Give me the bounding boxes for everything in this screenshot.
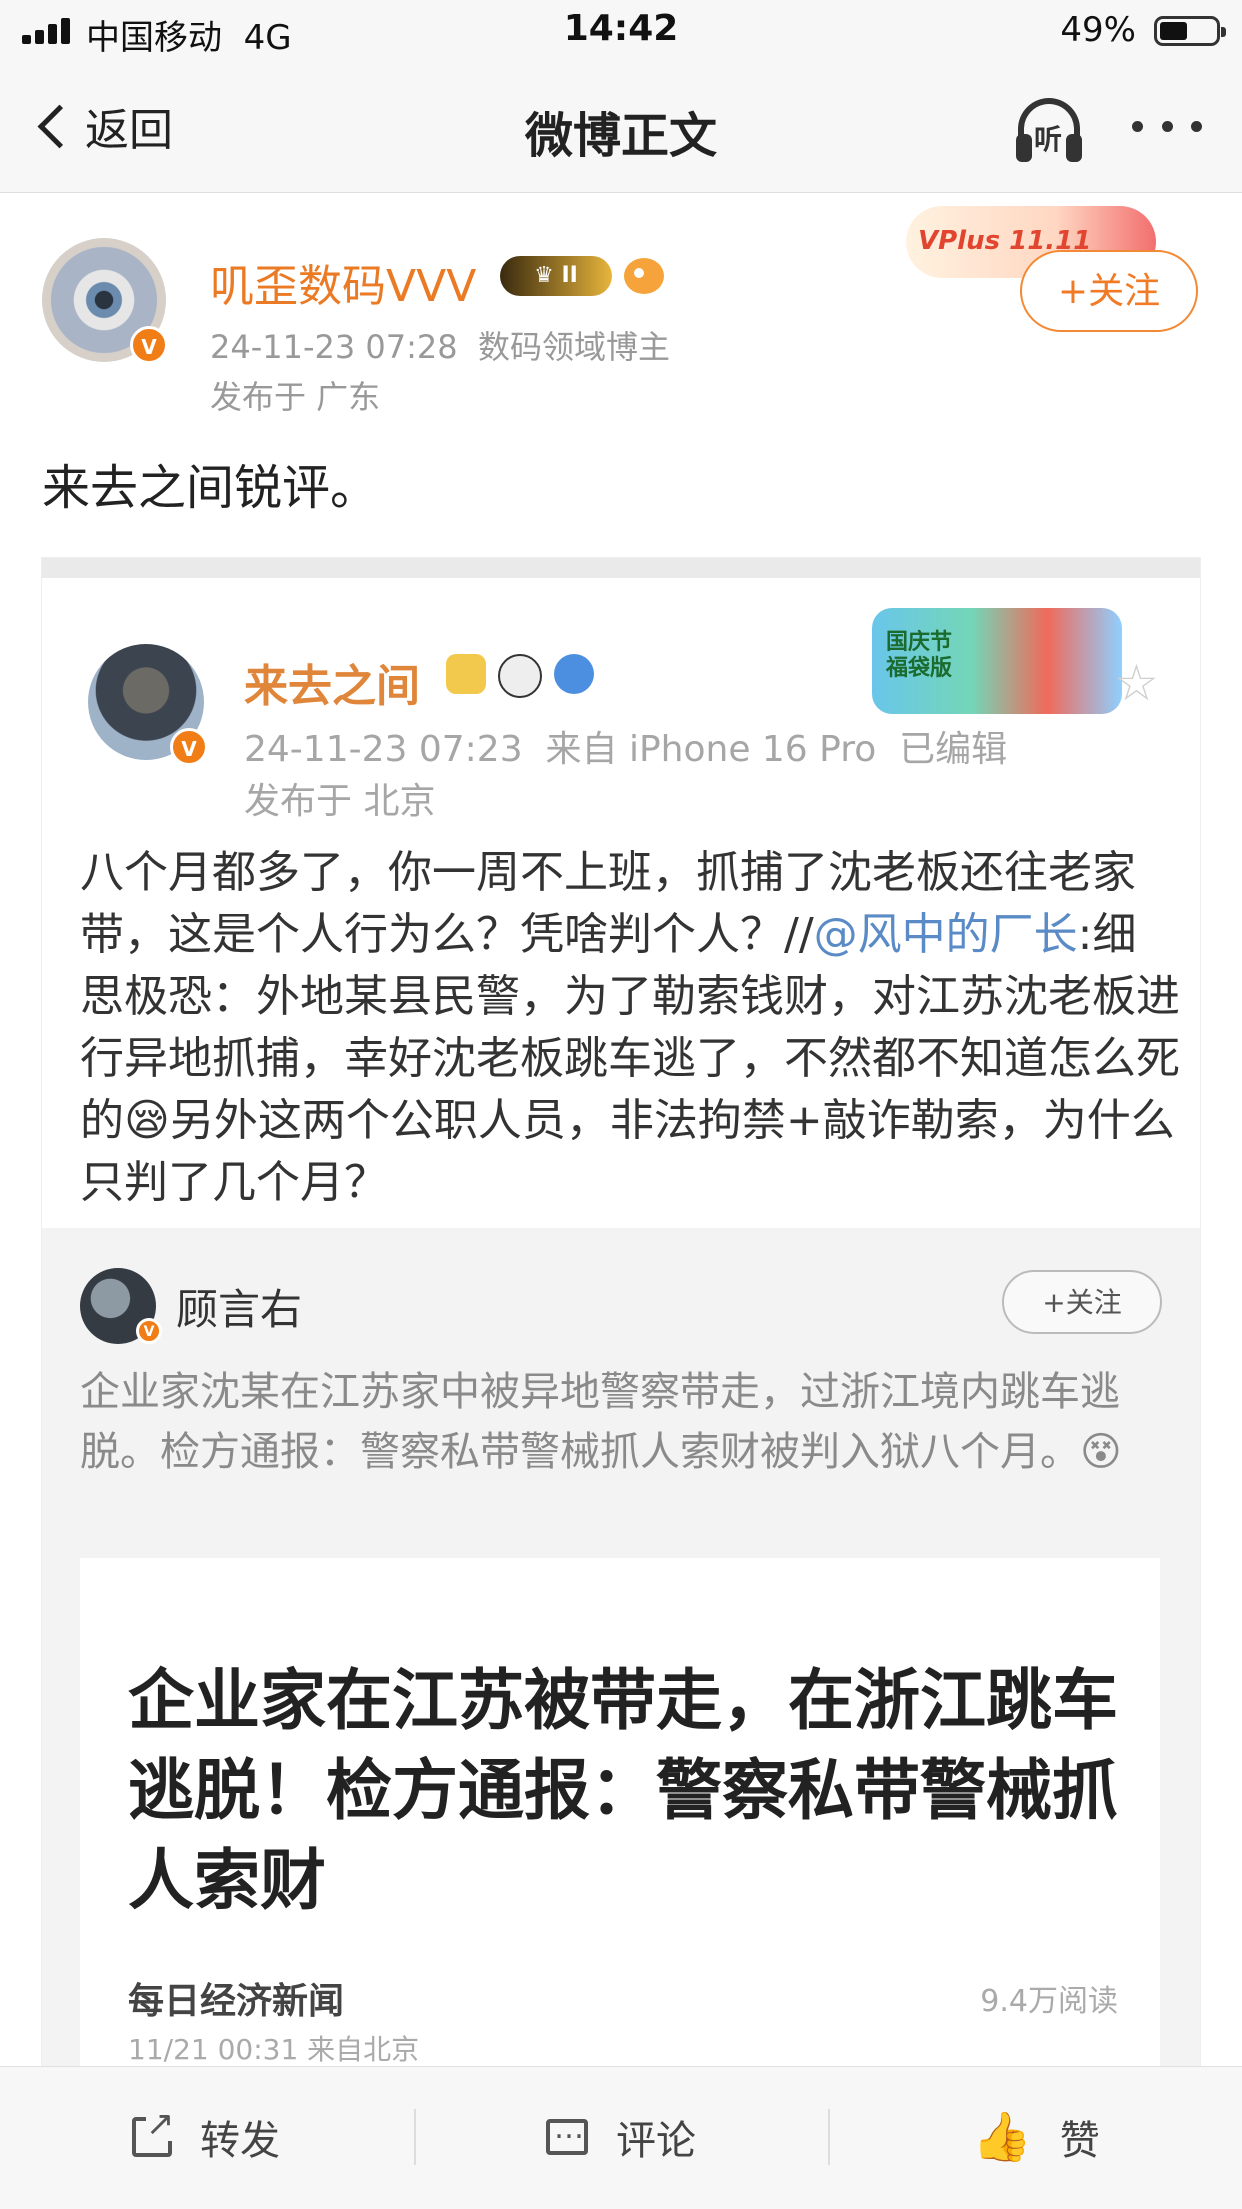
repost-label: 转发 bbox=[200, 2118, 280, 2164]
comment-icon bbox=[546, 2111, 588, 2155]
member-crown-badge: ♛ II bbox=[500, 256, 612, 296]
inner-username: 顾言右 bbox=[176, 1285, 303, 1334]
news-source: 每日经济新闻 bbox=[128, 1981, 345, 2022]
post-location: 发布于 广东 bbox=[210, 378, 381, 416]
holiday-banner: 国庆节福袋版 bbox=[872, 608, 1122, 714]
verified-badge-icon: V bbox=[130, 326, 168, 364]
battery-icon bbox=[1154, 16, 1226, 46]
listen-label: 听 bbox=[1034, 123, 1063, 156]
repost-button[interactable]: 转发 bbox=[132, 2105, 280, 2169]
post-role: 数码领域博主 bbox=[477, 328, 670, 366]
post-meta: 24-11-23 07:28 数码领域博主 bbox=[210, 322, 670, 368]
status-bar: 中国移动 4G 14:42 49% bbox=[0, 0, 1242, 62]
follow-button[interactable]: +关注 bbox=[1020, 250, 1198, 332]
like-button[interactable]: 👍 赞 bbox=[972, 2105, 1100, 2169]
quoted-verified-badge-icon: V bbox=[170, 728, 208, 766]
more-options-button[interactable] bbox=[1132, 116, 1202, 136]
news-reads: 9.4万阅读 bbox=[980, 1984, 1118, 2019]
inner-verified-badge-icon: V bbox=[136, 1318, 162, 1344]
quoted-badges bbox=[446, 654, 594, 698]
post-text: 来去之间锐评。 bbox=[42, 460, 379, 516]
like-label: 赞 bbox=[1059, 2118, 1100, 2164]
post-image[interactable]: V 来去之间 国庆节福袋版 ☆ 24-11-23 07:23 来自 iPhone… bbox=[42, 558, 1200, 2068]
shield-badge-icon bbox=[554, 654, 594, 694]
quoted-text: 八个月都多了，你一周不上班，抓捕了沈老板还往老家带，这是个人行为么？凭啥判个人？… bbox=[80, 847, 1180, 1208]
news-card: 企业家在江苏被带走，在浙江跳车逃脱！检方通报：警察私带警械抓人索财 每日经济新闻… bbox=[80, 1558, 1160, 2068]
comment-button[interactable]: 评论 bbox=[546, 2105, 696, 2169]
navigation-bar: 返回 微博正文 听 bbox=[0, 62, 1242, 193]
bottom-toolbar: 转发 评论 👍 赞 bbox=[0, 2066, 1242, 2209]
thumbs-up-icon: 👍 bbox=[972, 2109, 1032, 2165]
more-dots-icon bbox=[1132, 120, 1143, 132]
comment-label: 评论 bbox=[616, 2118, 696, 2164]
panda-icon bbox=[498, 654, 542, 698]
news-title: 企业家在江苏被带走，在浙江跳车逃脱！检方通报：警察私带警械抓人索财 bbox=[128, 1662, 1118, 1919]
listen-button[interactable]: 听 bbox=[1016, 98, 1088, 162]
quoted-meta: 24-11-23 07:23 来自 iPhone 16 Pro 已编辑 bbox=[244, 729, 1008, 770]
toolbar-divider bbox=[414, 2109, 416, 2165]
quoted-location: 发布于 北京 bbox=[244, 781, 436, 822]
toolbar-divider bbox=[828, 2109, 830, 2165]
star-icon: ☆ bbox=[1114, 654, 1159, 712]
vip-icon bbox=[446, 654, 486, 694]
quoted-username: 来去之间 bbox=[244, 661, 420, 712]
battery-percentage: 49% bbox=[1060, 10, 1136, 50]
news-date: 11/21 00:31 来自北京 bbox=[128, 2033, 420, 2066]
mention-link: @风中的厂长 bbox=[813, 909, 1078, 960]
inner-text: 企业家沈某在江苏家中被异地警察带走，过浙江境内跳车逃脱。检方通报：警察私带警械抓… bbox=[80, 1369, 1122, 1475]
repost-icon bbox=[132, 2107, 175, 2157]
post-username[interactable]: 叽歪数码VVV bbox=[210, 250, 476, 314]
post-timestamp: 24-11-23 07:28 bbox=[210, 328, 458, 366]
clock: 14:42 bbox=[563, 8, 679, 49]
repost-original: V 顾言右 +关注 企业家沈某在江苏家中被异地警察带走，过浙江境内跳车逃脱。检方… bbox=[42, 1228, 1200, 2068]
fish-emoji-badge-icon bbox=[624, 258, 664, 294]
inner-follow-button: +关注 bbox=[1002, 1270, 1162, 1334]
